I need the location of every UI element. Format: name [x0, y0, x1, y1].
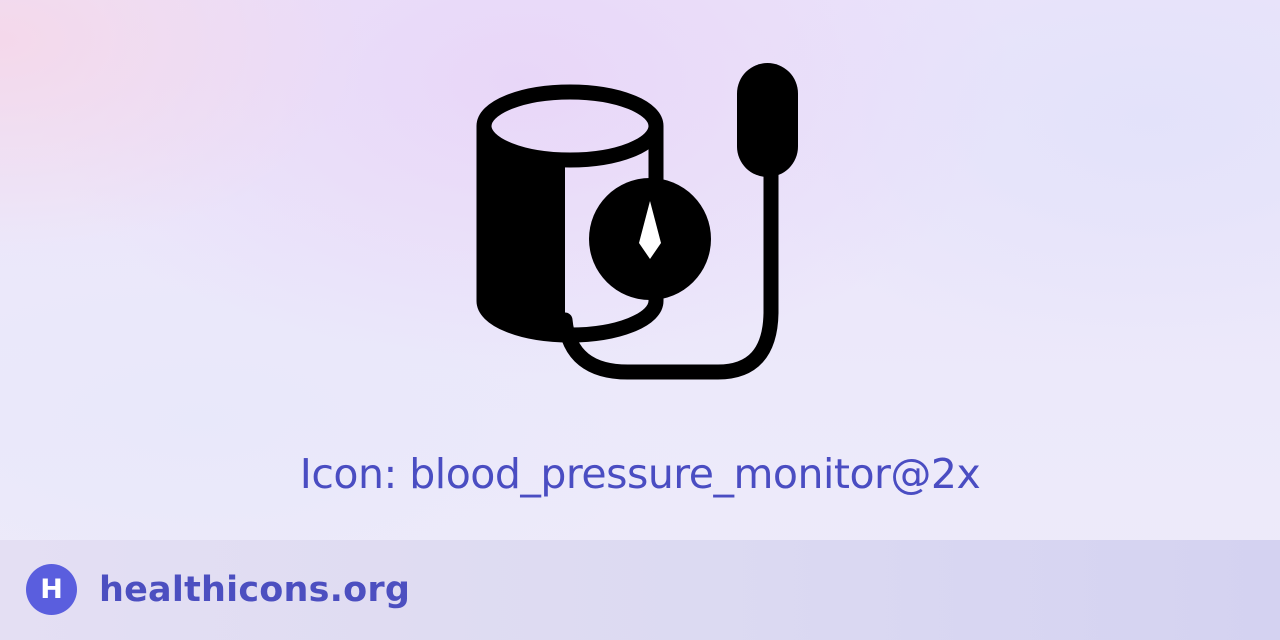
cuff-top-shape: [476, 84, 664, 168]
icon-caption: Icon: blood_pressure_monitor@2x: [299, 450, 981, 498]
logo-letter: H: [40, 574, 63, 605]
blood-pressure-monitor-icon: [470, 58, 810, 388]
bulb-shape: [737, 63, 798, 177]
healthicons-logo-icon[interactable]: H: [26, 564, 77, 615]
site-name-link[interactable]: healthicons.org: [99, 564, 410, 616]
footer-bar: H healthicons.org: [0, 540, 1280, 640]
